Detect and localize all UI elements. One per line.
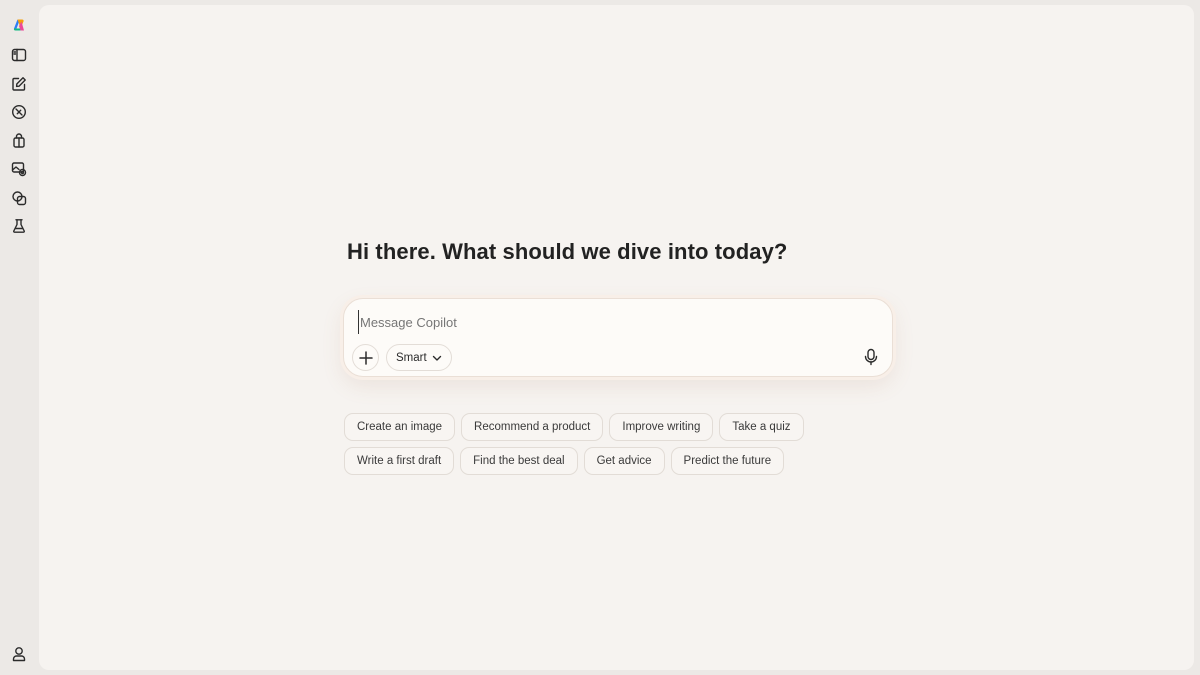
image-create-icon[interactable] <box>9 159 29 179</box>
suggestion-create-image[interactable]: Create an image <box>344 413 456 441</box>
labs-icon[interactable] <box>9 216 29 236</box>
sidebar-toggle-icon[interactable] <box>9 45 29 65</box>
suggestion-get-advice[interactable]: Get advice <box>583 447 665 475</box>
microphone-button[interactable] <box>860 346 882 368</box>
message-composer: Smart <box>343 298 893 377</box>
suggestion-recommend-product[interactable]: Recommend a product <box>461 413 604 441</box>
suggestion-row-1: Create an image Recommend a product Impr… <box>344 413 904 441</box>
plus-icon <box>358 350 373 365</box>
copilot-logo-icon[interactable] <box>9 15 29 35</box>
suggestion-chips: Create an image Recommend a product Impr… <box>344 413 904 481</box>
microphone-icon <box>864 348 878 366</box>
discover-icon[interactable] <box>9 102 29 122</box>
suggestion-row-2: Write a first draft Find the best deal G… <box>344 447 904 475</box>
suggestion-find-best-deal[interactable]: Find the best deal <box>460 447 578 475</box>
mode-label: Smart <box>396 351 427 364</box>
suggestion-improve-writing[interactable]: Improve writing <box>609 413 714 441</box>
copilot-app: Hi there. What should we dive into today… <box>0 0 1200 675</box>
pages-icon[interactable] <box>9 188 29 208</box>
suggestion-write-first-draft[interactable]: Write a first draft <box>344 447 455 475</box>
suggestion-predict-future[interactable]: Predict the future <box>670 447 785 475</box>
message-input[interactable] <box>358 310 860 334</box>
sidebar <box>0 0 39 675</box>
suggestion-take-quiz[interactable]: Take a quiz <box>719 413 804 441</box>
greeting-heading: Hi there. What should we dive into today… <box>347 239 788 264</box>
profile-icon[interactable] <box>9 644 29 664</box>
chevron-down-icon <box>432 355 441 361</box>
new-chat-icon[interactable] <box>9 74 29 94</box>
shopping-icon[interactable] <box>9 131 29 151</box>
mode-selector-button[interactable]: Smart <box>386 344 452 371</box>
add-attachment-button[interactable] <box>352 344 379 371</box>
main-panel: Hi there. What should we dive into today… <box>39 5 1194 670</box>
